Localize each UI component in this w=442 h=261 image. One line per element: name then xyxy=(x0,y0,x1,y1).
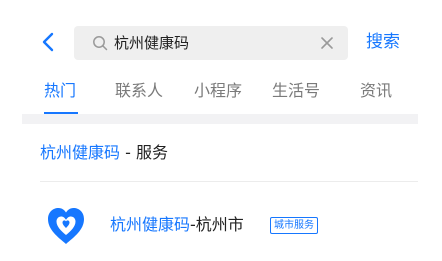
section-title-highlight: 杭州健康码 xyxy=(40,143,121,162)
divider xyxy=(40,181,418,182)
tab-mini-programs[interactable]: 小程序 xyxy=(194,80,242,102)
section-title-suffix: - 服务 xyxy=(120,143,168,162)
search-query-text: 杭州健康码 xyxy=(114,34,190,52)
section-separator xyxy=(22,114,418,124)
result-tabs: 热门 联系人 小程序 生活号 资讯 xyxy=(0,80,442,114)
search-icon xyxy=(93,36,108,51)
health-code-app-icon xyxy=(48,208,84,244)
search-header: 杭州健康码 搜索 xyxy=(0,0,442,80)
tab-contacts[interactable]: 联系人 xyxy=(115,80,163,102)
close-icon[interactable] xyxy=(318,34,336,52)
result-title-suffix: -杭州市 xyxy=(190,215,244,234)
result-title: 杭州健康码-杭州市 xyxy=(110,214,244,236)
chevron-left-icon xyxy=(42,32,54,52)
search-results-screen: 杭州健康码 搜索 热门 联系人 小程序 生活号 资讯 杭州健康码 - 服务 杭州… xyxy=(0,0,442,261)
search-submit-button[interactable]: 搜索 xyxy=(366,31,400,53)
city-service-badge: 城市服务 xyxy=(270,217,318,234)
search-input[interactable]: 杭州健康码 xyxy=(74,26,348,60)
tab-news[interactable]: 资讯 xyxy=(360,80,392,102)
section-title: 杭州健康码 - 服务 xyxy=(40,142,168,164)
result-title-highlight: 杭州健康码 xyxy=(110,215,191,234)
back-button[interactable] xyxy=(36,28,60,56)
tab-hot[interactable]: 热门 xyxy=(44,80,76,102)
tab-life-accounts[interactable]: 生活号 xyxy=(272,80,320,102)
result-item[interactable]: 杭州健康码-杭州市 城市服务 xyxy=(0,186,442,261)
